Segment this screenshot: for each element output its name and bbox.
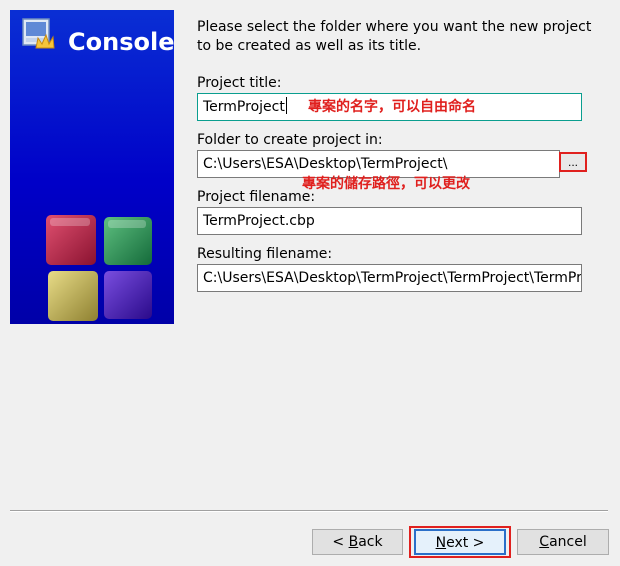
- project-title-value: TermProject: [203, 99, 285, 115]
- folder-label: Folder to create project in:: [197, 132, 383, 148]
- next-rest: ext >: [446, 535, 485, 551]
- intro-text: Please select the folder where you want …: [197, 19, 592, 54]
- resulting-filename-label: Resulting filename:: [197, 246, 333, 262]
- folder-value: C:\Users\ESA\Desktop\TermProject\: [203, 156, 448, 172]
- browse-folder-button[interactable]: ...: [559, 152, 587, 172]
- back-button[interactable]: < Back: [312, 529, 403, 555]
- wizard-icon: [22, 18, 55, 49]
- project-title-annotation: 專案的名字，可以自由命名: [308, 99, 476, 115]
- project-filename-value: TermProject.cbp: [203, 213, 315, 229]
- next-button[interactable]: Next >: [414, 529, 506, 555]
- back-rest: ack: [358, 534, 383, 550]
- back-mnemonic: B: [348, 534, 359, 550]
- project-title-label: Project title:: [197, 75, 282, 91]
- button-divider: [10, 510, 608, 512]
- project-filename-input[interactable]: TermProject.cbp: [197, 207, 582, 235]
- next-mnemonic: N: [435, 535, 447, 551]
- wizard-banner: Console: [10, 10, 174, 324]
- back-prefix: <: [332, 534, 349, 550]
- banner-title: Console: [68, 28, 175, 56]
- project-filename-label: Project filename:: [197, 189, 316, 205]
- resulting-filename-value: C:\Users\ESA\Desktop\TermProject\TermPro…: [203, 270, 582, 286]
- resulting-filename-input[interactable]: C:\Users\ESA\Desktop\TermProject\TermPro…: [197, 264, 582, 292]
- codeblocks-logo-icon: [46, 215, 152, 321]
- cancel-mnemonic: C: [539, 534, 550, 550]
- folder-annotation: 專案的儲存路徑，可以更改: [302, 176, 470, 192]
- text-cursor: [285, 97, 287, 114]
- cancel-button[interactable]: Cancel: [517, 529, 609, 555]
- cancel-rest: ancel: [549, 534, 587, 550]
